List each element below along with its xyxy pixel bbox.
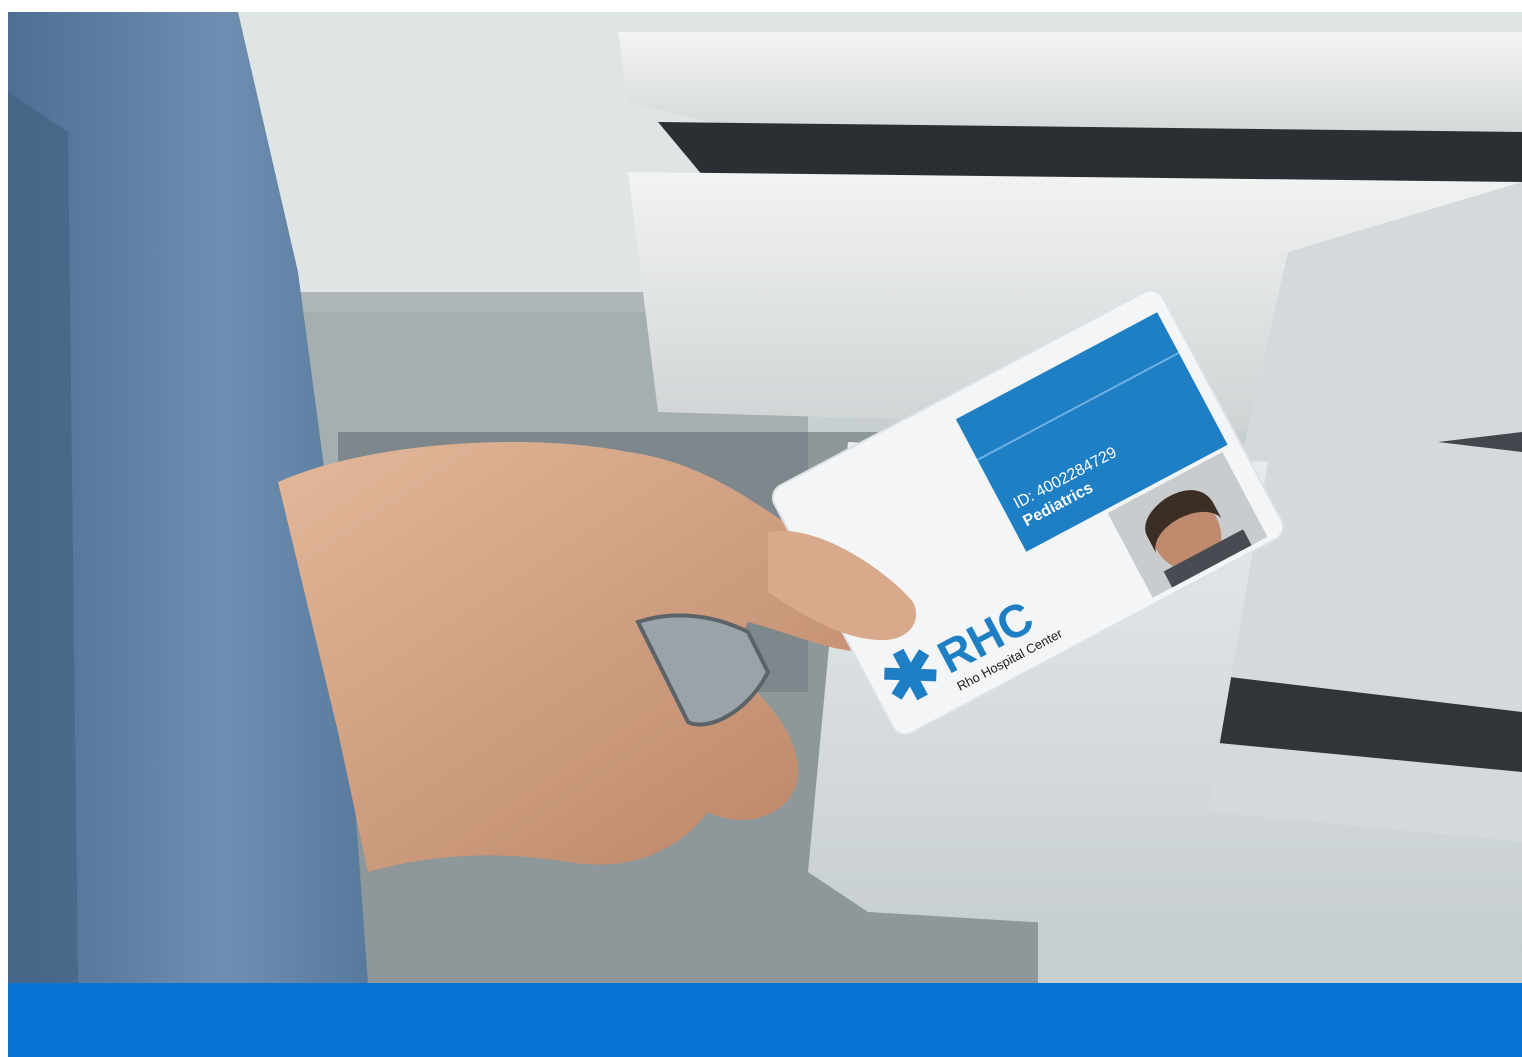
page-margin-top	[0, 0, 1522, 12]
bottom-color-band	[8, 983, 1522, 1057]
photo-hand-tapping-badge: ID: 4002284729 Pediatrics RHC Rho Hospit…	[8, 12, 1522, 983]
page-margin-left	[0, 0, 8, 1057]
photo-illustration: ID: 4002284729 Pediatrics RHC Rho Hospit…	[8, 12, 1522, 983]
